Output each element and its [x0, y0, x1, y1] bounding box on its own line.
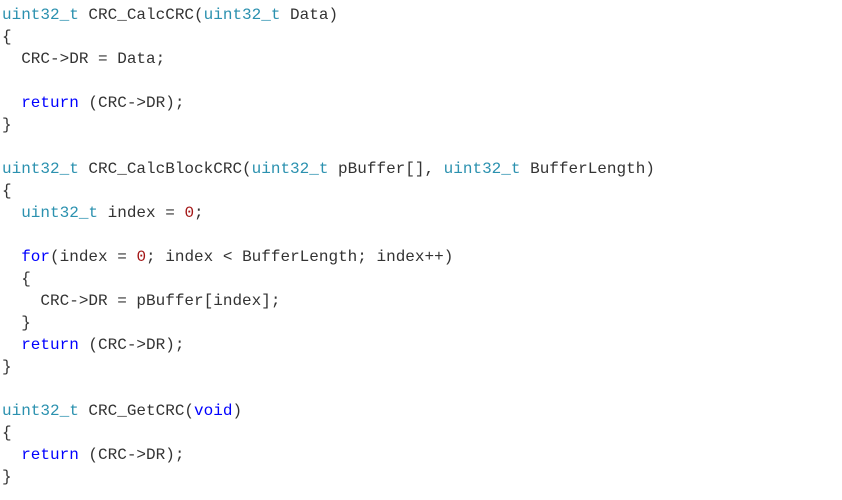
token-plain [2, 248, 21, 266]
code-block: uint32_t CRC_CalcCRC(uint32_t Data) { CR… [0, 0, 842, 488]
token-plain: } [2, 468, 12, 486]
token-plain [2, 204, 21, 222]
token-type: uint32_t [2, 402, 79, 420]
token-plain: (CRC->DR); [79, 446, 185, 464]
token-plain: } [2, 314, 31, 332]
token-plain: CRC_CalcCRC( [79, 6, 204, 24]
token-plain: } [2, 358, 12, 376]
token-keyword: return [21, 446, 79, 464]
token-number: 0 [184, 204, 194, 222]
token-type: uint32_t [252, 160, 329, 178]
token-type: uint32_t [2, 160, 79, 178]
token-type: uint32_t [444, 160, 521, 178]
token-plain: CRC->DR = pBuffer[index]; [2, 292, 280, 310]
token-keyword: return [21, 94, 79, 112]
token-plain [2, 94, 21, 112]
token-keyword: return [21, 336, 79, 354]
token-plain [2, 446, 21, 464]
token-plain: BufferLength) [520, 160, 654, 178]
token-type: uint32_t [2, 6, 79, 24]
token-plain: ; index < BufferLength; index++) [146, 248, 453, 266]
token-plain: { [2, 270, 31, 288]
token-plain: CRC_GetCRC( [79, 402, 194, 420]
token-type: uint32_t [204, 6, 281, 24]
token-plain: CRC->DR = Data; [2, 50, 165, 68]
token-plain: ; [194, 204, 204, 222]
token-plain: { [2, 424, 12, 442]
token-plain: { [2, 28, 12, 46]
token-keyword: for [21, 248, 50, 266]
token-type: uint32_t [21, 204, 98, 222]
token-plain: } [2, 116, 12, 134]
token-plain: Data) [280, 6, 338, 24]
token-keyword: void [194, 402, 232, 420]
token-plain: pBuffer[], [328, 160, 443, 178]
token-number: 0 [136, 248, 146, 266]
token-plain: index = [98, 204, 184, 222]
token-plain: CRC_CalcBlockCRC( [79, 160, 252, 178]
token-plain: (index = [50, 248, 136, 266]
token-plain: (CRC->DR); [79, 94, 185, 112]
token-plain: ) [232, 402, 242, 420]
token-plain: { [2, 182, 12, 200]
token-plain [2, 336, 21, 354]
token-plain: (CRC->DR); [79, 336, 185, 354]
